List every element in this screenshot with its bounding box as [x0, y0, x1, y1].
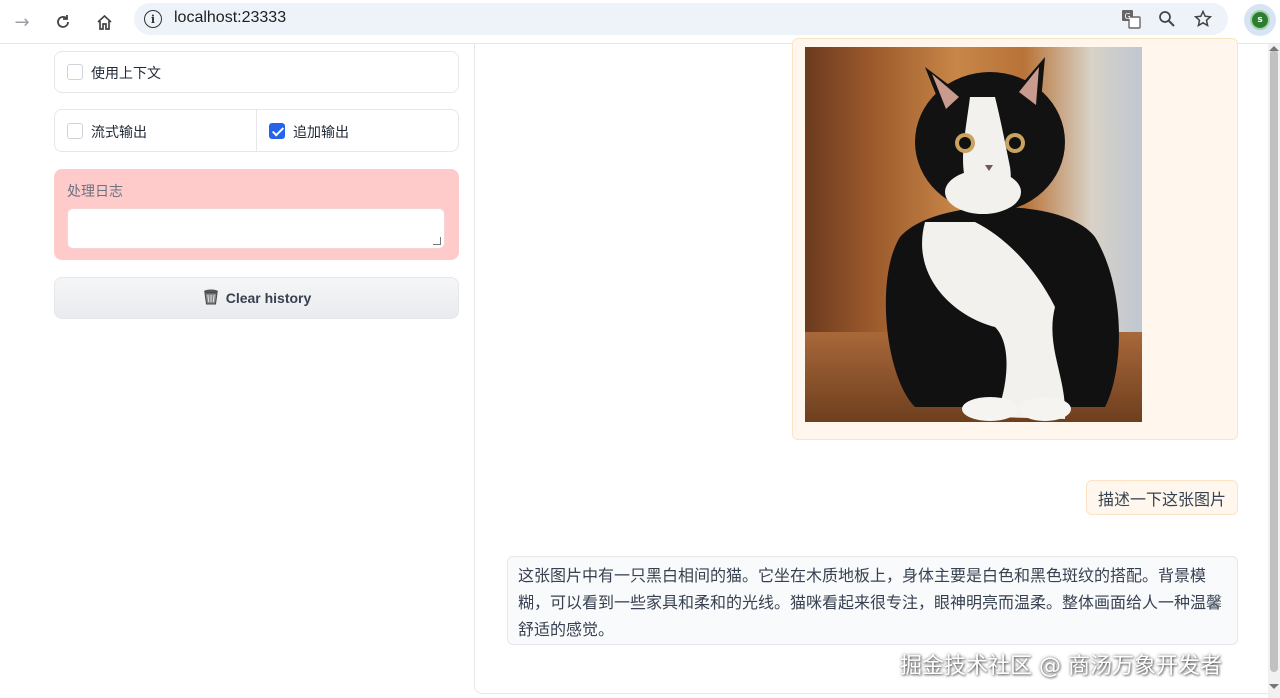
- scroll-up-icon[interactable]: [1269, 46, 1279, 51]
- use-context-option[interactable]: 使用上下文: [54, 51, 459, 93]
- url-text[interactable]: localhost:23333: [174, 9, 286, 27]
- chat-panel: 描述一下这张图片 这张图片中有一只黑白相间的猫。它坐在木质地板上，身体主要是白色…: [474, 38, 1280, 694]
- home-icon[interactable]: [90, 8, 118, 36]
- watermark: 掘金技术社区 @ 商汤万象开发者: [900, 654, 1222, 679]
- cat-illustration: [885, 57, 1119, 421]
- user-text-message: 描述一下这张图片: [1086, 480, 1238, 515]
- reload-icon[interactable]: [49, 8, 77, 36]
- cat-image[interactable]: [805, 47, 1142, 422]
- zoom-icon[interactable]: [1155, 7, 1179, 31]
- scrollbar-thumb[interactable]: [1270, 50, 1278, 672]
- address-bar[interactable]: i localhost:23333 G: [134, 3, 1228, 35]
- stream-output-label: 流式输出: [91, 125, 147, 141]
- bookmark-star-icon[interactable]: [1191, 7, 1215, 31]
- processing-log-textarea[interactable]: [67, 208, 445, 249]
- use-context-checkbox[interactable]: [67, 64, 83, 80]
- output-options-row: 流式输出 追加输出: [54, 109, 459, 152]
- trash-icon: [202, 288, 220, 309]
- forward-icon[interactable]: →: [8, 8, 36, 36]
- divider: [256, 110, 257, 151]
- use-context-label: 使用上下文: [91, 66, 161, 82]
- stream-output-checkbox[interactable]: [67, 123, 83, 139]
- svg-text:G: G: [1125, 12, 1131, 21]
- user-image-message: [792, 38, 1238, 440]
- translate-icon[interactable]: G: [1119, 7, 1143, 31]
- scroll-down-icon[interactable]: [1269, 684, 1279, 689]
- processing-log: 处理日志: [54, 169, 459, 260]
- append-output-checkbox[interactable]: [269, 123, 285, 139]
- clear-history-label: Clear history: [225, 290, 312, 306]
- resize-handle-icon[interactable]: [433, 237, 441, 245]
- site-info-icon[interactable]: i: [144, 10, 162, 28]
- avatar-initial: s: [1250, 10, 1270, 30]
- bot-message: 这张图片中有一只黑白相间的猫。它坐在木质地板上，身体主要是白色和黑色斑纹的搭配。…: [507, 556, 1238, 645]
- processing-log-label: 处理日志: [67, 184, 123, 200]
- append-output-label: 追加输出: [293, 125, 349, 141]
- clear-history-button[interactable]: Clear history: [54, 277, 459, 319]
- profile-avatar[interactable]: s: [1244, 4, 1276, 36]
